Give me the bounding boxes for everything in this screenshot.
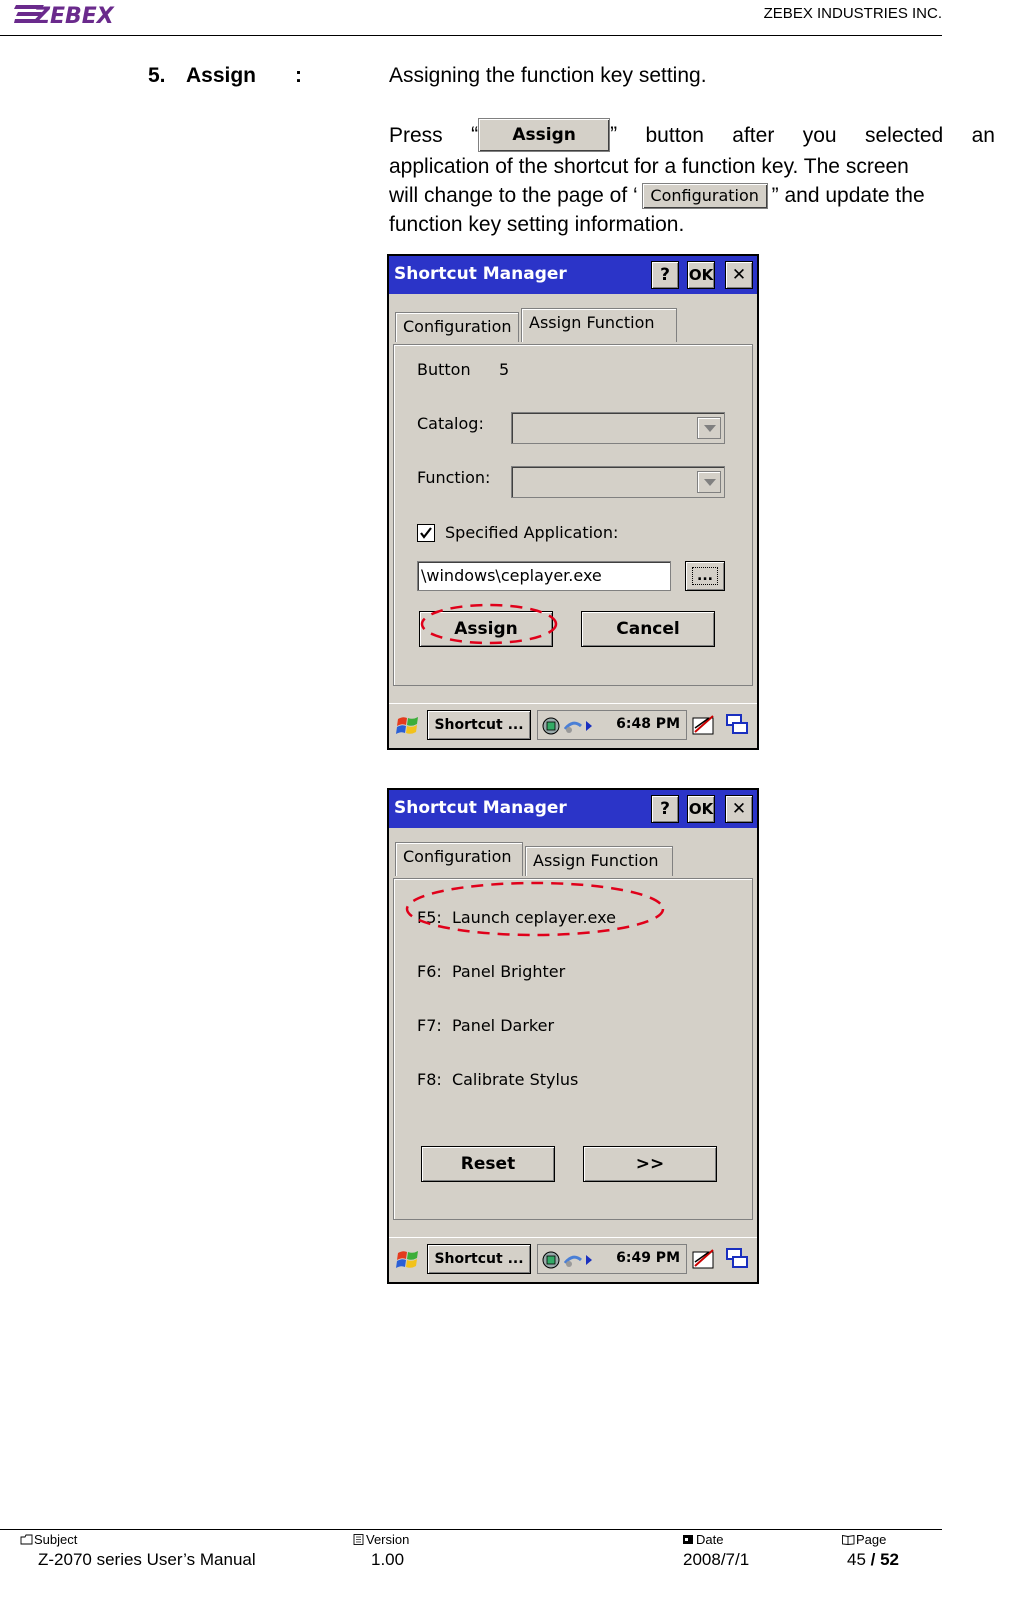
screenshot-assign-function: Shortcut Manager ? OK ✕ Configuration As… xyxy=(387,254,759,750)
function-key-item: F7: Panel Darker xyxy=(417,1016,555,1035)
network-icon[interactable] xyxy=(542,717,560,735)
section-colon: : xyxy=(295,64,302,87)
reset-button[interactable]: Reset xyxy=(421,1146,555,1182)
catalog-dropdown[interactable] xyxy=(511,412,725,444)
network-icon[interactable] xyxy=(542,1251,560,1269)
ok-button[interactable]: OK xyxy=(687,261,715,289)
windows-start-icon[interactable] xyxy=(395,1247,421,1273)
footer-version-label: Version xyxy=(352,1532,409,1547)
zebex-logo: ZEBEX xyxy=(14,2,136,29)
calendar-icon xyxy=(683,1535,693,1544)
section-description: Assigning the function key setting. xyxy=(389,64,707,87)
windows-switch-icon[interactable] xyxy=(725,712,751,738)
clock[interactable]: 6:49 PM xyxy=(616,1250,680,1266)
ok-button[interactable]: OK xyxy=(687,795,715,823)
taskbar-shortcut-button[interactable]: Shortcut ... xyxy=(427,710,531,740)
word-you: you xyxy=(802,123,837,147)
tab-configuration[interactable]: Configuration xyxy=(395,312,519,342)
inline-assign-group: “Assign” xyxy=(471,118,617,152)
taskbar: Shortcut ... 6:48 PM xyxy=(389,703,757,748)
footer-date-label: Date xyxy=(682,1532,723,1547)
window-title: Shortcut Manager xyxy=(394,264,567,284)
window-title: Shortcut Manager xyxy=(394,798,567,818)
inline-assign-button-image: Assign xyxy=(478,118,611,152)
assign-button[interactable]: Assign xyxy=(419,611,553,647)
word-an: an xyxy=(971,123,995,147)
function-label: Function: xyxy=(417,468,491,487)
folder-icon xyxy=(20,1534,33,1545)
company-name: ZEBEX INDUSTRIES INC. xyxy=(763,5,942,22)
windows-start-icon[interactable] xyxy=(395,713,421,739)
next-page-button[interactable]: >> xyxy=(583,1146,717,1182)
connection-icon[interactable] xyxy=(564,717,582,735)
button-number: 5 xyxy=(499,360,510,379)
input-panel-icon[interactable] xyxy=(691,712,717,738)
document-icon xyxy=(353,1534,364,1545)
connection-icon[interactable] xyxy=(564,1251,582,1269)
logo-text: ZEBEX xyxy=(33,4,115,26)
help-button[interactable]: ? xyxy=(651,795,679,823)
word-after: after xyxy=(732,123,775,147)
close-button[interactable]: ✕ xyxy=(725,795,753,823)
word-selected: selected xyxy=(865,123,944,147)
footer-subject-value: Z-2070 series User’s Manual xyxy=(38,1550,256,1569)
close-button[interactable]: ✕ xyxy=(725,261,753,289)
paragraph-line-3: will change to the page of ‘Configuratio… xyxy=(389,181,995,210)
chevron-down-icon xyxy=(697,417,721,439)
browse-button[interactable]: ... xyxy=(685,561,725,591)
word-press: Press xyxy=(389,123,443,147)
chevron-down-icon xyxy=(697,471,721,493)
specified-application-checkbox[interactable] xyxy=(417,524,435,542)
button-label: Button xyxy=(417,360,471,379)
arrow-right-icon xyxy=(586,721,592,731)
checkmark-icon xyxy=(420,527,432,539)
header-divider xyxy=(0,35,942,36)
word-button: button xyxy=(645,123,704,147)
taskbar-shortcut-button[interactable]: Shortcut ... xyxy=(427,1244,531,1274)
footer-page-label: Page xyxy=(842,1532,886,1547)
footer-page-value: 45 / 52 xyxy=(847,1550,900,1569)
input-panel-icon[interactable] xyxy=(691,1246,717,1272)
function-dropdown[interactable] xyxy=(511,466,725,498)
function-key-item: F8: Calibrate Stylus xyxy=(417,1070,579,1089)
inline-configuration-tab-image: Configuration xyxy=(641,183,768,210)
cancel-button[interactable]: Cancel xyxy=(581,611,715,647)
paragraph-line-4: function key setting information. xyxy=(389,213,685,236)
footer-divider xyxy=(0,1529,942,1530)
system-tray: 6:49 PM xyxy=(537,1244,687,1274)
catalog-label: Catalog: xyxy=(417,414,484,433)
system-tray: 6:48 PM xyxy=(537,710,687,740)
section-number: 5. xyxy=(148,64,166,87)
function-key-item: F5: Launch ceplayer.exe xyxy=(417,908,616,927)
screenshot-configuration: Shortcut Manager ? OK ✕ Configuration As… xyxy=(387,788,759,1284)
book-icon xyxy=(842,1534,855,1545)
footer-date-value: 2008/7/1 xyxy=(683,1550,750,1569)
tab-assign-function[interactable]: Assign Function xyxy=(525,846,673,876)
paragraph-line-1: Press “Assign” button after you selected… xyxy=(389,118,995,152)
arrow-right-icon xyxy=(586,1255,592,1265)
instruction-paragraph: Press “Assign” button after you selected… xyxy=(389,118,995,239)
section-title: Assign xyxy=(186,64,257,87)
help-button[interactable]: ? xyxy=(651,261,679,289)
function-key-item: F6: Panel Brighter xyxy=(417,962,566,981)
footer-subject-label: Subject xyxy=(20,1532,77,1547)
tab-configuration[interactable]: Configuration xyxy=(395,842,523,876)
paragraph-line-2: application of the shortcut for a functi… xyxy=(389,155,909,178)
specified-application-label: Specified Application: xyxy=(445,523,619,542)
taskbar: Shortcut ... 6:49 PM xyxy=(389,1237,757,1282)
title-bar: Shortcut Manager ? OK ✕ xyxy=(389,256,757,294)
application-path-input[interactable]: \windows\ceplayer.exe xyxy=(417,561,671,591)
footer-version-value: 1.00 xyxy=(371,1550,405,1569)
clock[interactable]: 6:48 PM xyxy=(616,716,680,732)
tab-assign-function[interactable]: Assign Function xyxy=(521,308,677,342)
windows-switch-icon[interactable] xyxy=(725,1246,751,1272)
title-bar: Shortcut Manager ? OK ✕ xyxy=(389,790,757,828)
